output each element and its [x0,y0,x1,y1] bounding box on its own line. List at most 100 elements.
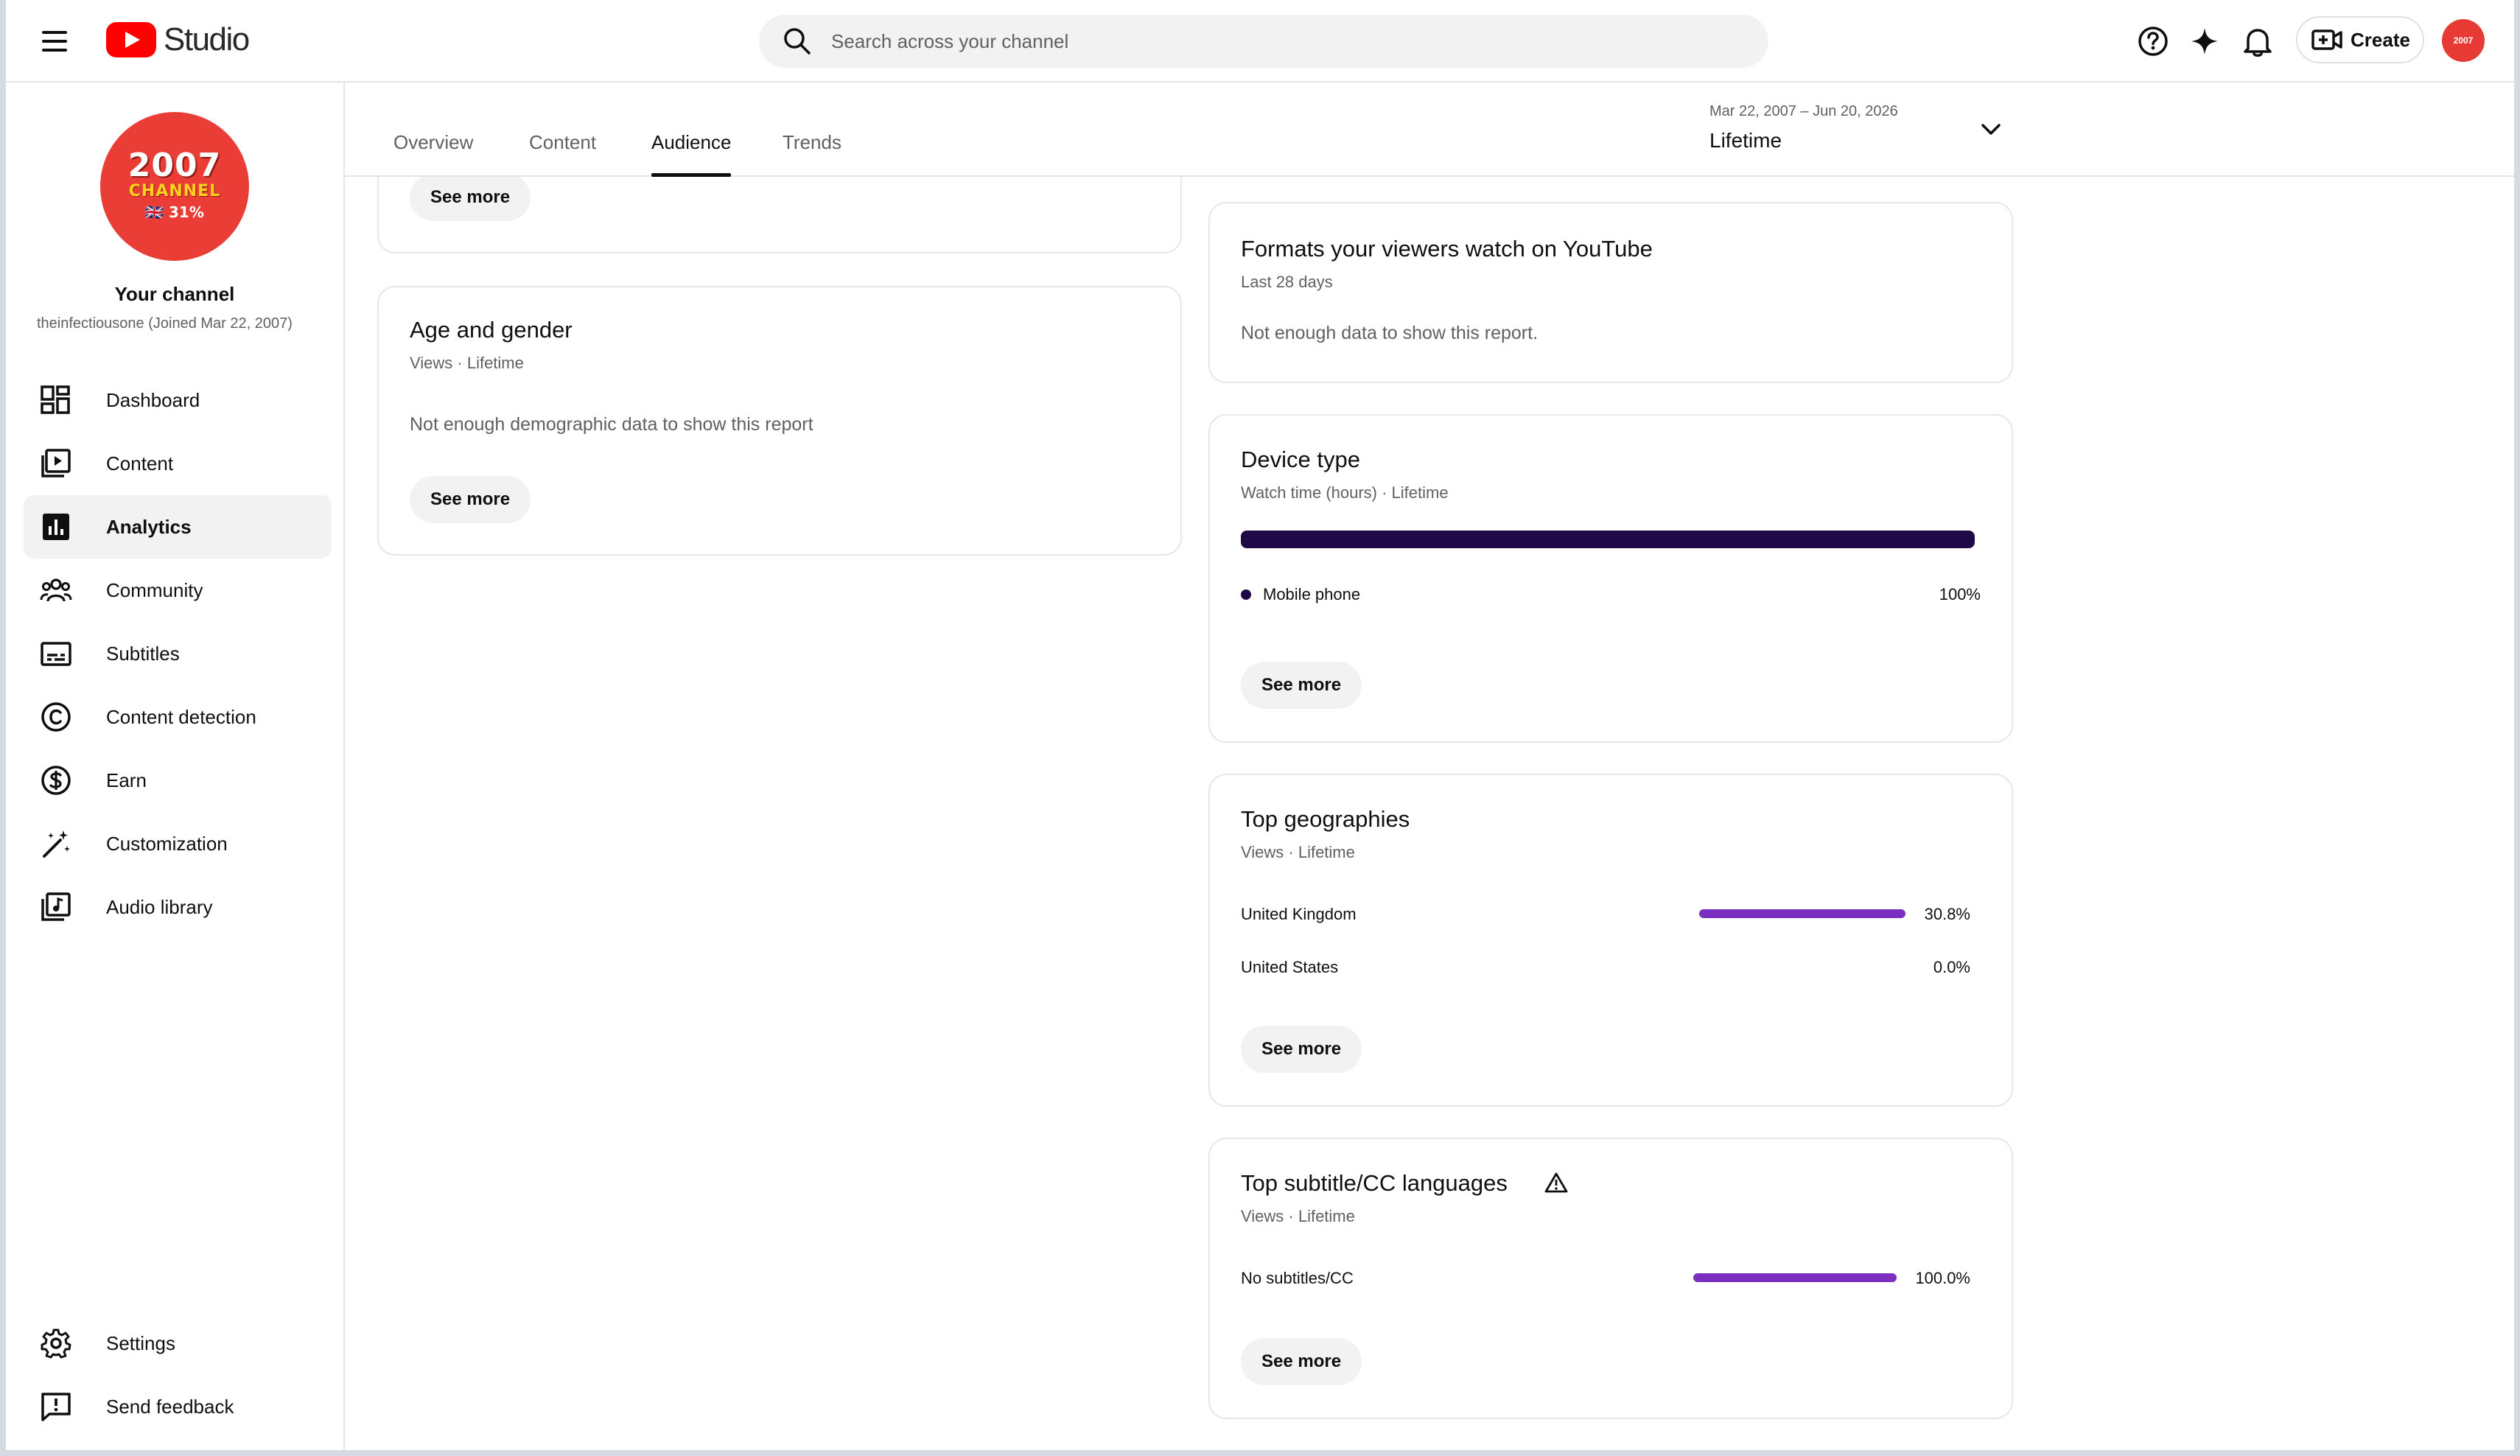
card-subtitle: Views · Lifetime [410,354,524,372]
geo-bar [1699,962,1905,971]
geo-bar [1699,909,1905,918]
channel-handle: theinfectiousone (Joined Mar 22, 2007) [37,315,293,332]
search-input[interactable] [831,29,1715,53]
top-header: Studio Create 2007 [6,0,2514,83]
create-label: Create [2351,28,2410,51]
card-formats: Formats your viewers watch on YouTube La… [1208,202,2013,383]
subtitles-icon [41,642,71,666]
card-top-subtitle-languages: Top subtitle/CC languages Views · Lifeti… [1208,1138,2013,1419]
feedback-icon [41,1393,71,1421]
device-value: 100% [1939,585,1981,603]
copyright-icon [41,702,71,732]
video-add-icon [2311,29,2342,50]
tab-overview[interactable]: Overview [393,131,473,177]
tab-trends[interactable]: Trends [783,131,841,177]
channel-avatar[interactable]: 2007 CHANNEL 🇬🇧 31% [100,112,249,261]
sidebar-item-label: Send feedback [106,1395,234,1418]
card-subtitle: Last 28 days [1241,273,1333,291]
card-title: Top geographies [1241,806,1410,832]
see-more-button[interactable]: See more [1241,1026,1362,1073]
language-bar [1693,1273,1897,1282]
account-avatar-year: 2007 [2453,35,2474,46]
date-range-label: Lifetime [1709,129,1782,152]
sidebar-item-label: Dashboard [106,388,200,411]
card-device-type: Device type Watch time (hours) · Lifetim… [1208,414,2013,743]
empty-state-message: Not enough data to show this report. [1241,323,1539,343]
tab-audience[interactable]: Audience [651,131,732,177]
sidebar-item-label: Customization [106,832,228,855]
search-bar[interactable] [759,15,1768,68]
community-icon [40,578,72,602]
device-label: Mobile phone [1263,585,1361,603]
see-more-button[interactable]: See more [410,174,531,221]
menu-icon[interactable] [38,25,71,57]
empty-state-message: Not enough demographic data to show this… [410,414,813,435]
channel-avatar-year: 2007 [127,147,222,184]
sidebar-item-earn[interactable]: Earn [24,749,332,812]
see-more-button[interactable]: See more [1241,662,1362,709]
gear-icon [41,1329,71,1359]
language-value: 100.0% [1915,1269,1970,1287]
sidebar-item-content[interactable]: Content [24,432,332,495]
card-subtitle: Views · Lifetime [1241,843,1355,861]
card-title: Formats your viewers watch on YouTube [1241,236,1653,262]
sidebar-item-content-detection[interactable]: Content detection [24,685,332,749]
sidebar-item-label: Community [106,578,203,601]
sidebar-item-label: Content detection [106,705,256,728]
youtube-logo-icon [106,22,156,57]
content-icon [41,449,71,477]
date-range-picker[interactable]: Mar 22, 2007 – Jun 20, 2026 Lifetime [1709,103,1908,153]
geo-label: United Kingdom [1241,905,1357,923]
chevron-down-icon[interactable] [1978,116,2004,143]
language-bar-fill [1693,1273,1897,1282]
search-icon[interactable] [781,25,813,57]
magic-wand-icon [43,830,70,858]
sidebar-bottom-nav: Settings Send feedback [24,1312,332,1438]
device-share-bar[interactable] [1241,531,1975,548]
dashboard-icon [41,385,70,414]
geo-value: 30.8% [1924,905,1970,923]
audio-library-icon [41,892,71,921]
date-range-dates: Mar 22, 2007 – Jun 20, 2026 [1709,103,1898,119]
create-button[interactable]: Create [2296,16,2424,63]
channel-name: Your channel [114,283,235,305]
channel-avatar-pct: 🇬🇧 31% [145,203,204,221]
account-avatar[interactable]: 2007 [2442,19,2485,62]
geo-label: United States [1241,958,1339,976]
sidebar-item-label: Content [106,452,174,475]
card-top-geographies: Top geographies Views · Lifetime United … [1208,774,2013,1107]
card-title: Device type [1241,447,1360,472]
sidebar-item-dashboard[interactable]: Dashboard [24,368,332,432]
warning-icon[interactable] [1544,1172,1568,1194]
sidebar-item-customization[interactable]: Customization [24,812,332,875]
studio-app: Studio Create 2007 2007 CHANN [6,0,2514,1450]
help-icon[interactable] [2134,22,2172,60]
analytics-icon [43,514,69,540]
sidebar-item-send-feedback[interactable]: Send feedback [24,1375,332,1438]
sidebar-item-community[interactable]: Community [24,559,332,622]
geo-value: 0.0% [1933,958,1970,976]
card-age-gender: Age and gender Views · Lifetime Not enou… [377,286,1182,556]
sidebar-item-label: Subtitles [106,642,180,665]
sidebar-item-label: Audio library [106,895,213,918]
sidebar-nav: Dashboard Content Analytics Community Su… [24,368,332,939]
sparkle-icon[interactable] [2185,22,2224,60]
language-label: No subtitles/CC [1241,1269,1354,1287]
youtube-studio-logo[interactable]: Studio [106,21,250,59]
tab-content[interactable]: Content [529,131,596,177]
card-subtitle: Views · Lifetime [1241,1207,1355,1225]
sidebar-item-subtitles[interactable]: Subtitles [24,622,332,685]
card-title: Age and gender [410,317,573,343]
notifications-bell-icon[interactable] [2239,22,2277,60]
see-more-button[interactable]: See more [410,476,531,523]
logo-text: Studio [164,21,250,57]
sidebar-item-label: Analytics [106,515,192,538]
sidebar-item-analytics[interactable]: Analytics [24,495,332,559]
card-subtitle: Watch time (hours) · Lifetime [1241,483,1449,502]
sidebar-item-audio-library[interactable]: Audio library [24,875,332,939]
legend-dot [1241,589,1251,600]
sidebar-item-settings[interactable]: Settings [24,1312,332,1375]
see-more-button[interactable]: See more [1241,1338,1362,1385]
channel-avatar-word: CHANNEL [128,182,221,200]
card-title: Top subtitle/CC languages [1241,1170,1508,1196]
